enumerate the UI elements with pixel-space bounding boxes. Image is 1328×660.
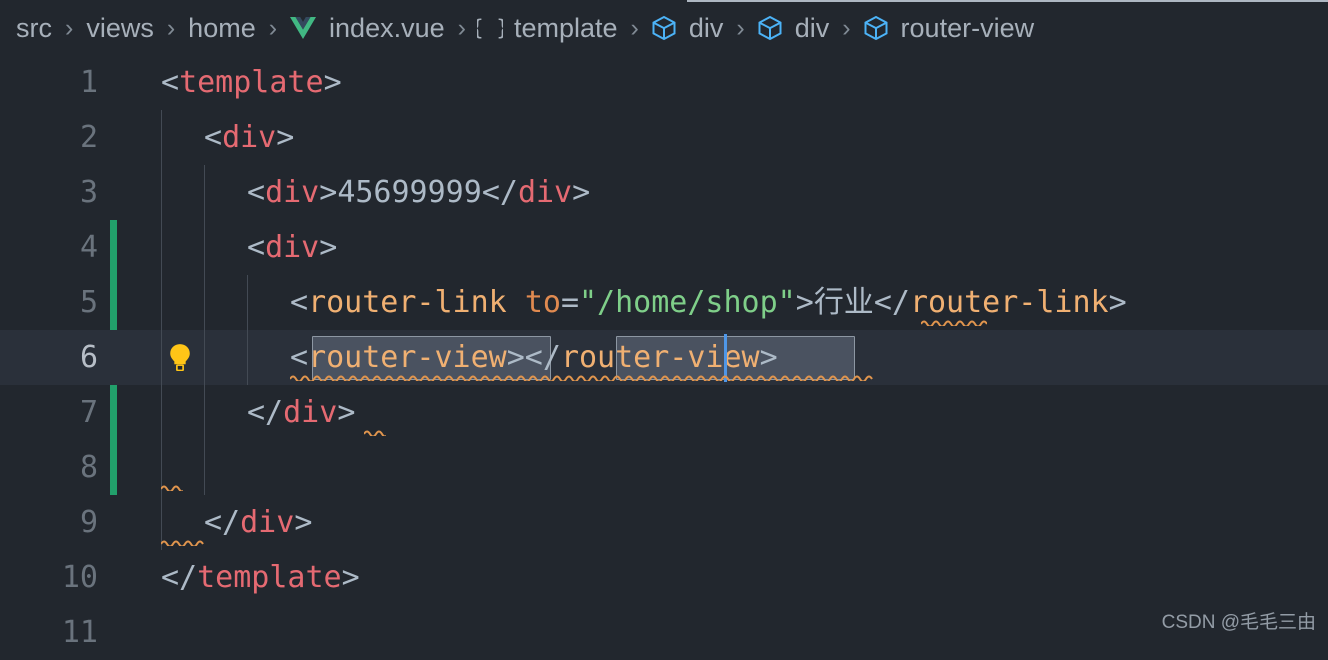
lightbulb-icon[interactable] [163, 341, 197, 375]
breadcrumb-separator: › [630, 13, 639, 42]
line-number: 8 [79, 450, 98, 485]
breadcrumb-item-src[interactable]: src [14, 12, 54, 43]
line-number: 3 [79, 175, 98, 210]
line-number: 5 [79, 285, 98, 320]
breadcrumb-label: router-view [900, 12, 1035, 43]
breadcrumb-separator: › [166, 13, 176, 42]
breadcrumb-item-views[interactable]: views [84, 12, 156, 43]
line-number: 11 [61, 615, 98, 650]
warning-squiggle [364, 430, 386, 436]
breadcrumb-separator: › [842, 13, 851, 42]
code-text[interactable]: <div> [247, 220, 337, 275]
breadcrumb-item-template[interactable]: { } template [477, 12, 620, 43]
breadcrumb-label: template [513, 12, 618, 43]
code-line[interactable]: 4 <div> [0, 220, 1328, 275]
code-text[interactable]: </div> [204, 495, 312, 550]
breadcrumb-item-index-vue[interactable]: index.vue [288, 12, 447, 43]
line-number: 7 [79, 395, 98, 430]
indent-guide [247, 275, 248, 330]
watermark: CSDN @毛毛三由 [1161, 612, 1316, 633]
breadcrumb[interactable]: src › views › home › index.vue › { } tem… [0, 3, 1328, 53]
code-line[interactable]: 9 </div> [0, 495, 1328, 550]
warning-squiggle [161, 485, 183, 491]
warning-squiggle [921, 320, 987, 326]
code-line[interactable]: 2 <div> [0, 110, 1328, 165]
breadcrumb-label: index.vue [329, 12, 445, 43]
indent-guide [161, 330, 162, 385]
breadcrumb-label: views [86, 12, 154, 43]
breadcrumb-label: div [688, 12, 724, 43]
line-number: 6 [79, 340, 98, 375]
code-line[interactable]: 11 [0, 605, 1328, 660]
code-text[interactable]: </template> [161, 550, 360, 605]
line-number: 9 [79, 505, 98, 540]
breadcrumb-separator: › [268, 13, 278, 42]
breadcrumb-label: home [188, 12, 256, 43]
warning-squiggle [290, 375, 873, 381]
indent-guide [161, 385, 162, 440]
code-line[interactable]: 7 </div> [0, 385, 1328, 440]
warning-squiggle [161, 540, 204, 546]
cube-icon [650, 14, 678, 42]
breadcrumb-item-router-view[interactable]: router-view [862, 14, 1037, 42]
line-number: 10 [61, 560, 98, 595]
indent-guide [204, 275, 205, 330]
indent-guide [204, 220, 205, 275]
breadcrumb-item-div-outer[interactable]: div [650, 14, 726, 42]
code-text[interactable]: <div> [204, 110, 294, 165]
indent-guide [161, 110, 162, 165]
indent-guide [204, 385, 205, 440]
code-text[interactable]: <router-link to="/home/shop">行业</router-… [290, 275, 1127, 330]
active-tab-edge [687, 0, 1328, 2]
braces-icon: { } [477, 15, 503, 41]
code-line-current[interactable]: 6 <router-view></router-view> [0, 330, 1328, 385]
breadcrumb-separator: › [457, 13, 466, 42]
cube-icon [756, 14, 784, 42]
breadcrumb-item-home[interactable]: home [186, 12, 258, 43]
code-line[interactable]: 5 <router-link to="/home/shop">行业</route… [0, 275, 1328, 330]
code-line[interactable]: 1 <template> [0, 55, 1328, 110]
indent-guide [204, 440, 205, 495]
code-text[interactable]: </div> [247, 385, 355, 440]
code-line[interactable]: 3 <div>45699999</div> [0, 165, 1328, 220]
indent-guide [161, 220, 162, 275]
line-number: 1 [79, 65, 98, 100]
cube-icon [862, 14, 890, 42]
indent-guide [161, 165, 162, 220]
svg-text:{ }: { } [477, 16, 503, 40]
indent-guide [204, 330, 205, 385]
indent-guide [161, 275, 162, 330]
line-number: 2 [79, 120, 98, 155]
breadcrumb-item-div-inner[interactable]: div [756, 14, 832, 42]
breadcrumb-label: src [16, 12, 52, 43]
indent-guide [204, 165, 205, 220]
breadcrumb-label: div [794, 12, 830, 43]
breadcrumb-separator: › [736, 13, 745, 42]
vue-file-icon [288, 15, 318, 41]
code-text[interactable]: <div>45699999</div> [247, 165, 590, 220]
code-text[interactable]: <template> [161, 55, 342, 110]
code-line[interactable]: 10 </template> [0, 550, 1328, 605]
indent-guide [247, 330, 248, 385]
code-line[interactable]: 8 [0, 440, 1328, 495]
code-editor[interactable]: 1 <template> 2 <div> 3 <div>45699999</di… [0, 53, 1328, 650]
line-number: 4 [79, 230, 98, 265]
breadcrumb-separator: › [65, 13, 74, 42]
